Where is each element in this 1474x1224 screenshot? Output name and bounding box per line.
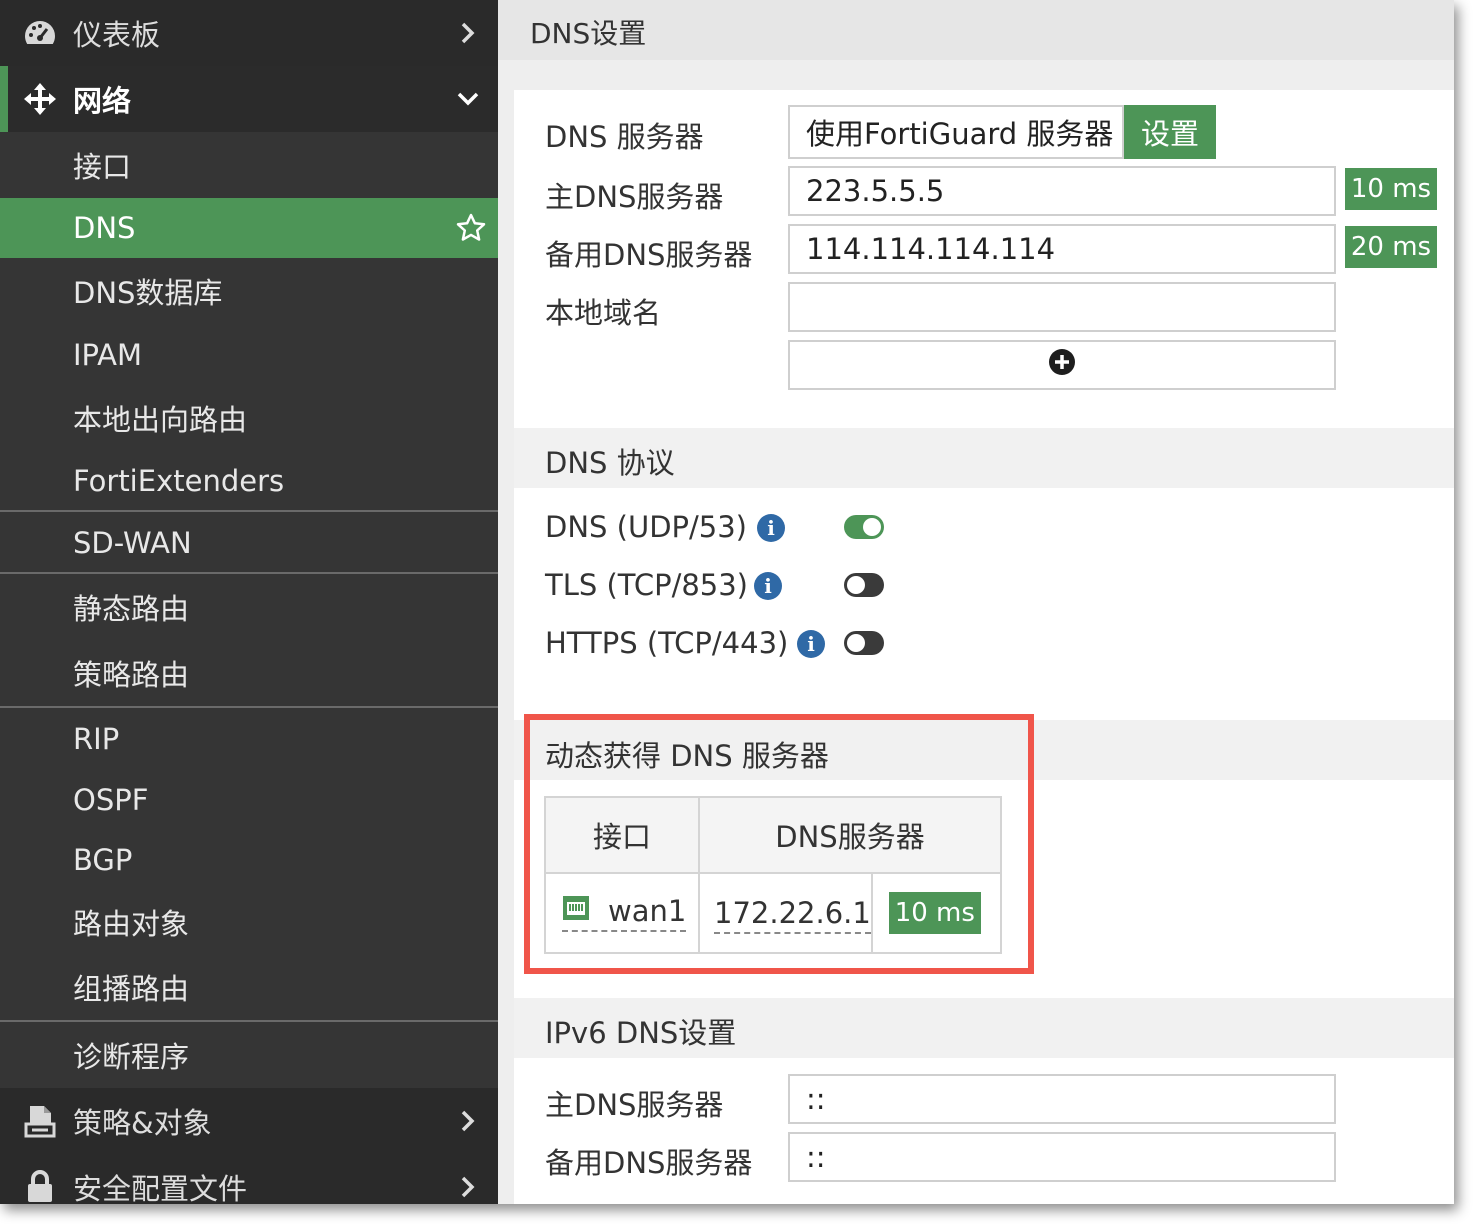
plus-circle-icon: [1048, 348, 1076, 383]
protocol-udp-label: DNS (UDP/53): [545, 510, 747, 544]
ipv6-secondary-dns-input[interactable]: ::: [788, 1132, 1336, 1182]
app-window: 仪表板 网络 接口 DNS DNS数据库 IPAM 本地出向路由 FortiEx…: [0, 0, 1454, 1204]
chevron-right-icon: [454, 1107, 482, 1135]
sidebar-item-policy-objects[interactable]: 策略&对象: [0, 1088, 498, 1154]
sidebar-item-dns-database[interactable]: DNS数据库: [0, 258, 498, 324]
chevron-right-icon: [454, 1173, 482, 1201]
secondary-dns-label: 备用DNS服务器: [545, 238, 753, 272]
protocol-https-label: HTTPS (TCP/443): [545, 626, 789, 660]
policy-document-icon: [22, 1103, 58, 1139]
sidebar-item-rip[interactable]: RIP: [0, 708, 498, 770]
sidebar-item-label: 本地出向路由: [73, 403, 248, 437]
chevron-down-icon: [454, 85, 482, 113]
sidebar-item-label: FortiExtenders: [73, 464, 285, 498]
toggle-knob: [863, 518, 881, 536]
toggle-knob: [847, 576, 865, 594]
sidebar-item-label: 仪表板: [73, 18, 161, 52]
sidebar-item-label: 诊断程序: [73, 1040, 190, 1074]
sidebar-item-label: 静态路由: [73, 592, 190, 626]
sidebar-item-label: 安全配置文件: [73, 1172, 248, 1204]
dns-server-mode-option[interactable]: 使用FortiGuard 服务器: [788, 105, 1124, 159]
dashboard-icon: [22, 15, 58, 51]
sidebar-item-ipam[interactable]: IPAM: [0, 324, 498, 386]
local-domain-input[interactable]: [788, 282, 1336, 332]
highlight-box: [524, 714, 1034, 974]
sidebar-item-label: 网络: [73, 84, 132, 118]
sidebar-item-diagnostics[interactable]: 诊断程序: [0, 1022, 498, 1088]
sidebar: 仪表板 网络 接口 DNS DNS数据库 IPAM 本地出向路由 FortiEx…: [0, 0, 498, 1204]
sidebar-item-label: SD-WAN: [73, 526, 192, 560]
sidebar-item-label: 策略&对象: [73, 1106, 212, 1140]
sidebar-item-label: 接口: [73, 150, 132, 184]
info-icon[interactable]: i: [797, 630, 825, 658]
ipv6-primary-dns-label: 主DNS服务器: [545, 1088, 724, 1122]
sidebar-item-dns[interactable]: DNS: [0, 198, 498, 258]
info-icon[interactable]: i: [757, 514, 785, 542]
move-icon: [22, 81, 58, 117]
secondary-dns-input[interactable]: 114.114.114.114: [788, 224, 1336, 274]
sidebar-item-label: RIP: [73, 722, 120, 756]
sidebar-item-label: 路由对象: [73, 907, 190, 941]
sidebar-item-bgp[interactable]: BGP: [0, 830, 498, 890]
chevron-right-icon: [454, 19, 482, 47]
sidebar-item-routing-objects[interactable]: 路由对象: [0, 890, 498, 954]
toggle-knob: [847, 634, 865, 652]
protocol-https-toggle[interactable]: [844, 631, 884, 655]
star-icon[interactable]: [454, 211, 488, 245]
sidebar-item-label: OSPF: [73, 783, 149, 817]
secondary-dns-latency-badge: 20 ms: [1345, 226, 1437, 268]
ipv6-secondary-dns-label: 备用DNS服务器: [545, 1146, 753, 1180]
dns-server-label: DNS 服务器: [545, 120, 704, 154]
primary-dns-latency-badge: 10 ms: [1345, 168, 1437, 210]
sidebar-item-local-out-routing[interactable]: 本地出向路由: [0, 386, 498, 450]
sidebar-item-label: IPAM: [73, 338, 143, 372]
sidebar-item-label: DNS: [73, 211, 136, 245]
add-domain-button[interactable]: [788, 340, 1336, 390]
sidebar-item-network[interactable]: 网络: [0, 66, 498, 132]
sidebar-item-label: 组播路由: [73, 972, 190, 1006]
sidebar-item-security-profiles[interactable]: 安全配置文件: [0, 1154, 498, 1204]
sidebar-item-interface[interactable]: 接口: [0, 132, 498, 198]
primary-dns-input[interactable]: 223.5.5.5: [788, 166, 1336, 216]
lock-icon: [22, 1169, 58, 1204]
dns-protocol-title: DNS 协议: [545, 446, 675, 480]
sidebar-item-policy-routes[interactable]: 策略路由: [0, 640, 498, 706]
primary-dns-label: 主DNS服务器: [545, 180, 724, 214]
protocol-tls-toggle[interactable]: [844, 573, 884, 597]
sidebar-item-dashboard[interactable]: 仪表板: [0, 0, 498, 66]
sidebar-item-sd-wan[interactable]: SD-WAN: [0, 512, 498, 574]
sidebar-item-static-routes[interactable]: 静态路由: [0, 574, 498, 640]
sidebar-item-label: 策略路由: [73, 658, 190, 692]
local-domain-label: 本地域名: [545, 296, 662, 330]
sidebar-item-label: DNS数据库: [73, 276, 223, 310]
sidebar-item-multicast[interactable]: 组播路由: [0, 954, 498, 1020]
ipv6-primary-dns-input[interactable]: ::: [788, 1074, 1336, 1124]
protocol-tls-label: TLS (TCP/853): [545, 568, 748, 602]
dns-settings-panel: DNS 服务器 使用FortiGuard 服务器 设置 主DNS服务器 223.…: [514, 90, 1454, 1204]
page-title: DNS设置: [530, 17, 647, 50]
sidebar-item-fortiextenders[interactable]: FortiExtenders: [0, 450, 498, 512]
active-indicator: [0, 66, 8, 132]
protocol-udp-toggle[interactable]: [844, 515, 884, 539]
main-content: DNS设置 DNS 服务器 使用FortiGuard 服务器 设置 主DNS服务…: [498, 0, 1454, 1204]
set-button[interactable]: 设置: [1124, 105, 1216, 159]
sidebar-item-label: BGP: [73, 843, 133, 877]
ipv6-dns-title: IPv6 DNS设置: [545, 1016, 737, 1050]
info-icon[interactable]: i: [754, 572, 782, 600]
sidebar-item-ospf[interactable]: OSPF: [0, 770, 498, 830]
